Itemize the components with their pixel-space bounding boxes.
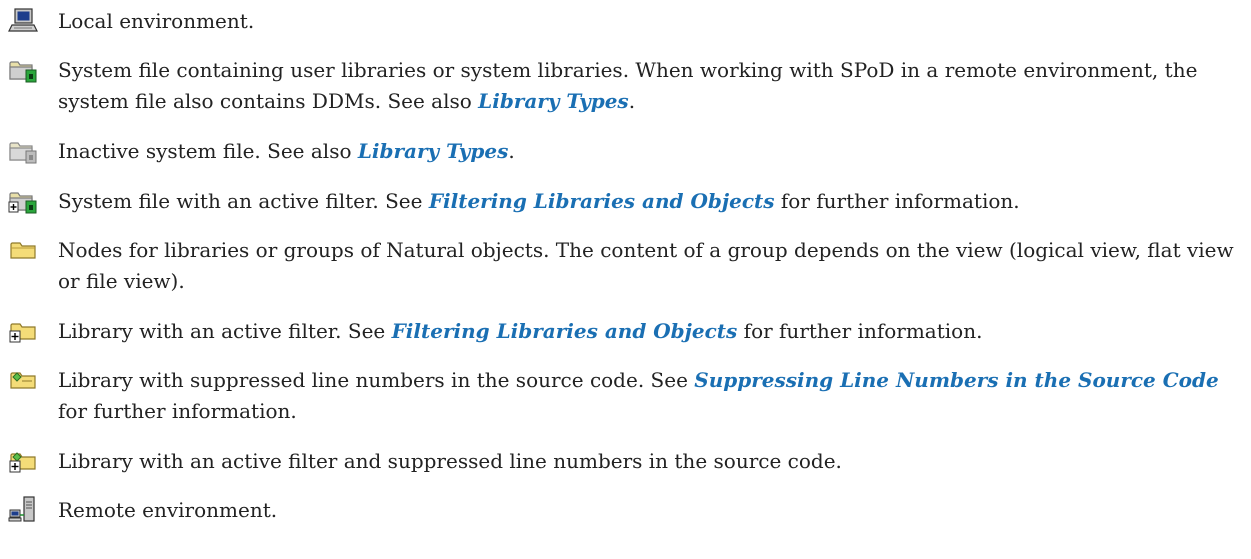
library-node-icon — [8, 235, 42, 263]
local-environment-icon — [8, 6, 42, 34]
library-active-filter-icon — [8, 316, 42, 344]
library-filter-suppressed-line-numbers-icon — [8, 446, 42, 474]
library-suppressed-line-numbers-icon — [8, 365, 42, 393]
system-file-active-filter-icon — [8, 186, 42, 214]
filtering-libraries-link[interactable]: Filtering Libraries and Objects — [392, 319, 738, 343]
library-types-link[interactable]: Library Types — [358, 139, 509, 163]
item-text: Nodes for libraries or groups of Natural… — [58, 238, 1234, 293]
item-text: Local environment. — [58, 9, 255, 33]
item-text: Library with an active filter and suppre… — [58, 449, 842, 473]
library-types-link[interactable]: Library Types — [478, 89, 629, 113]
filtering-libraries-link[interactable]: Filtering Libraries and Objects — [429, 189, 775, 213]
inactive-system-file-icon — [8, 136, 42, 164]
item-text: Inactive system file. See also Library T… — [58, 139, 515, 163]
item-text: Remote environment. — [58, 498, 278, 522]
item-text: System file containing user libraries or… — [58, 58, 1198, 113]
system-file-icon — [8, 55, 42, 83]
item-text: System file with an active filter. See F… — [58, 189, 1020, 213]
suppressing-line-numbers-link[interactable]: Suppressing Line Numbers in the Source C… — [694, 368, 1218, 392]
item-text: Library with an active filter. See Filte… — [58, 319, 983, 343]
item-text: Library with suppressed line numbers in … — [58, 368, 1219, 423]
remote-environment-icon — [8, 495, 42, 523]
